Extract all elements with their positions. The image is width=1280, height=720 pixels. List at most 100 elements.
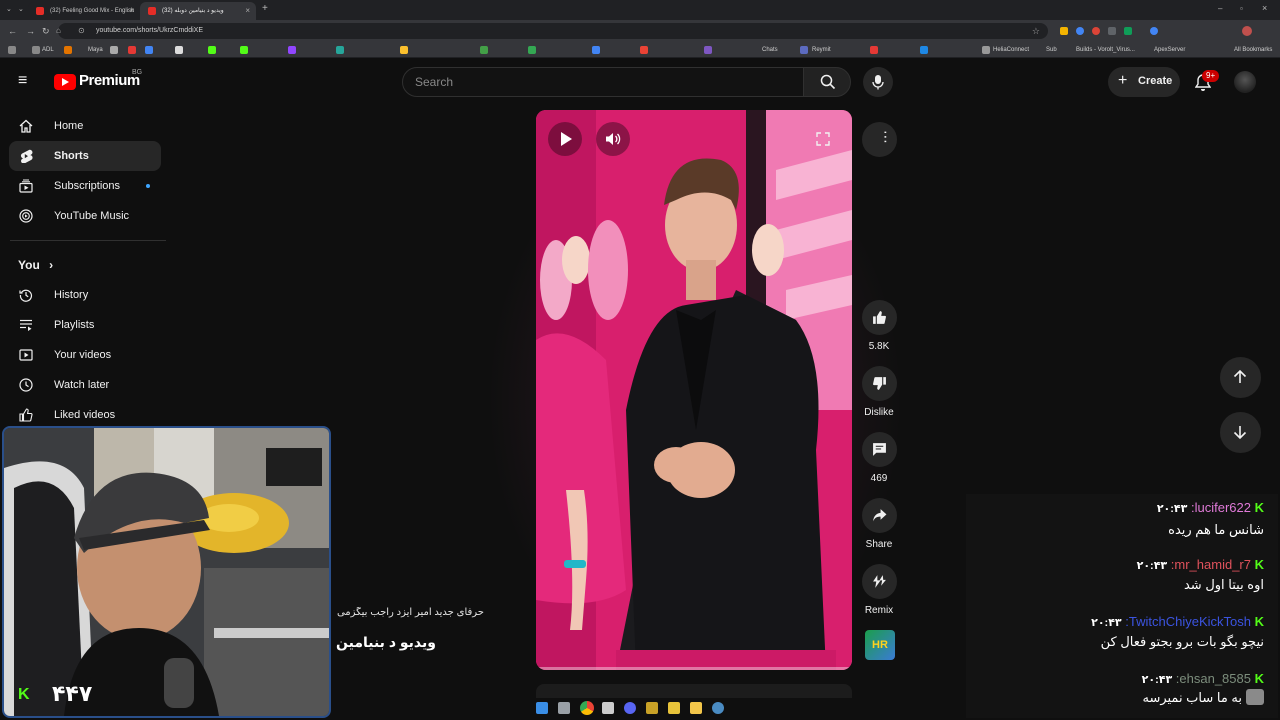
short-channel-title[interactable]: ویدیو د بنیامین	[336, 634, 436, 651]
extension-icon[interactable]	[1124, 27, 1132, 35]
extension-icon[interactable]	[1076, 27, 1084, 35]
sidebar-item-subscriptions[interactable]: Subscriptions	[9, 171, 161, 201]
maximize-icon[interactable]: ▫	[1240, 4, 1243, 13]
channel-avatar[interactable]: HR	[865, 630, 895, 660]
back-icon[interactable]: ←	[8, 24, 17, 38]
create-button[interactable]: + Create	[1108, 67, 1180, 97]
browser-tab[interactable]: (32) Feeling Good Mix - English ×	[28, 2, 140, 20]
bookmark-icon[interactable]	[400, 46, 408, 54]
bookmark-icon[interactable]	[704, 46, 712, 54]
sidebar-item-playlists[interactable]: Playlists	[9, 310, 161, 340]
comments-button[interactable]	[862, 432, 897, 467]
share-button[interactable]	[862, 498, 897, 533]
bookmark-reymit[interactable]: Reymit	[812, 45, 831, 55]
youtube-logo-icon[interactable]	[54, 74, 76, 90]
notifications-button[interactable]: 9+	[1192, 70, 1220, 94]
minimize-icon[interactable]: –	[1218, 4, 1222, 13]
dislike-button[interactable]	[862, 366, 897, 401]
tab-search-icon[interactable]: ⌄	[18, 5, 24, 13]
bookmark-icon[interactable]	[528, 46, 536, 54]
task-view-icon[interactable]	[558, 702, 570, 714]
bookmark-icon[interactable]	[32, 46, 40, 54]
extension-icon[interactable]	[1060, 27, 1068, 35]
bookmark-adl[interactable]: ADL	[42, 45, 54, 55]
bookmark-sub[interactable]: Sub	[1046, 45, 1057, 55]
bookmark-icon[interactable]	[480, 46, 488, 54]
address-bar[interactable]: ⌂ ⊙ youtube.com/shorts/UkrzCmddiXE ☆	[56, 23, 1048, 39]
like-button[interactable]	[862, 300, 897, 335]
bookmark-heliaconnect[interactable]: HeliaConnect	[993, 45, 1029, 55]
bookmark-icon[interactable]	[920, 46, 928, 54]
account-avatar[interactable]	[1234, 71, 1256, 93]
video-progress-bar[interactable]	[536, 667, 852, 670]
sidebar-item-history[interactable]: History	[9, 280, 161, 310]
sidebar-item-youtube-music[interactable]: YouTube Music	[9, 201, 161, 231]
bookmark-icon[interactable]	[110, 46, 118, 54]
remix-button[interactable]	[862, 564, 897, 599]
bookmark-icon[interactable]	[64, 46, 72, 54]
browser-tab-active[interactable]: (32) ویدیو د بنیامین دوبله ×	[140, 2, 256, 20]
you-section-header[interactable]: You ›	[18, 258, 53, 272]
bookmark-icon[interactable]	[336, 46, 344, 54]
apps-icon[interactable]	[8, 46, 16, 54]
site-info-icon[interactable]: ⊙	[78, 23, 85, 39]
mute-button[interactable]	[596, 122, 630, 156]
more-options-button[interactable]: ⋯	[862, 122, 897, 157]
sidebar-item-home[interactable]: Home	[9, 111, 161, 141]
play-button[interactable]	[548, 122, 582, 156]
hamburger-menu-icon[interactable]: ≡	[18, 71, 27, 91]
bookmark-icon[interactable]	[982, 46, 990, 54]
sidebar-item-your-videos[interactable]: Your videos	[9, 340, 161, 370]
search-input[interactable]: Search	[402, 67, 804, 97]
bookmark-maya[interactable]: Maya	[88, 45, 103, 55]
bookmark-apexserver[interactable]: ApexServer	[1154, 45, 1185, 55]
profile-avatar-icon[interactable]	[1242, 26, 1252, 36]
app-icon[interactable]	[646, 702, 658, 714]
forward-icon[interactable]: →	[26, 24, 35, 38]
extension-icon[interactable]	[1108, 27, 1116, 35]
short-video-player[interactable]	[536, 110, 852, 670]
app-icon[interactable]	[602, 702, 614, 714]
bookmark-icon[interactable]	[640, 46, 648, 54]
bookmark-icon[interactable]	[175, 46, 183, 54]
chat-header: ۲۰:۴۳ :TwitchChiyeKickTosh K	[1091, 614, 1264, 629]
extensions-area	[1056, 25, 1266, 37]
file-explorer-icon[interactable]	[690, 702, 702, 714]
reload-icon[interactable]: ↻	[42, 24, 50, 38]
chrome-icon[interactable]	[580, 701, 594, 715]
discord-icon[interactable]	[624, 702, 636, 714]
close-icon[interactable]: ×	[129, 2, 134, 20]
extension-icon[interactable]	[1150, 27, 1158, 35]
close-window-icon[interactable]: ×	[1262, 3, 1267, 13]
next-short-button[interactable]	[1220, 412, 1261, 453]
tab-list-icon[interactable]: ⌄	[6, 5, 12, 13]
bookmark-icon[interactable]	[592, 46, 600, 54]
bookmark-builds[interactable]: Builds - Vorolt_Virus...	[1076, 45, 1135, 55]
close-icon[interactable]: ×	[245, 2, 250, 20]
voice-search-button[interactable]	[863, 67, 893, 97]
bookmark-icon[interactable]	[145, 46, 153, 54]
sidebar-item-watch-later[interactable]: Watch later	[9, 370, 161, 400]
bookmark-icon[interactable]	[128, 46, 136, 54]
bookmark-star-icon[interactable]: ☆	[1032, 23, 1040, 39]
youtube-brand[interactable]: Premium	[79, 72, 140, 89]
extension-icon[interactable]	[1092, 27, 1100, 35]
sidebar-item-label: YouTube Music	[54, 210, 130, 222]
search-button[interactable]	[803, 67, 851, 97]
previous-short-button[interactable]	[1220, 357, 1261, 398]
windows-start-icon[interactable]	[536, 702, 548, 714]
bookmark-chats[interactable]: Chats	[762, 45, 778, 55]
bookmark-icon[interactable]	[208, 46, 216, 54]
new-tab-icon[interactable]: +	[262, 3, 268, 14]
bookmark-icon[interactable]	[870, 46, 878, 54]
sidebar-item-shorts[interactable]: Shorts	[9, 141, 161, 171]
steam-icon[interactable]	[712, 702, 724, 714]
bookmark-icon[interactable]	[288, 46, 296, 54]
bookmark-icon[interactable]	[800, 46, 808, 54]
app-icon[interactable]	[668, 702, 680, 714]
all-bookmarks[interactable]: All Bookmarks	[1234, 45, 1272, 55]
fullscreen-button[interactable]	[806, 124, 840, 154]
bookmark-icon[interactable]	[240, 46, 248, 54]
home-icon[interactable]: ⌂	[56, 23, 61, 39]
chat-time: ۲۰:۴۳	[1136, 560, 1168, 572]
